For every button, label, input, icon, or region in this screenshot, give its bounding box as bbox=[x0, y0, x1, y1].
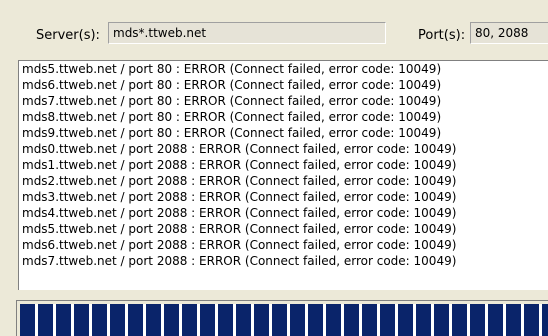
log-line: mds2.ttweb.net / port 2088 : ERROR (Conn… bbox=[22, 174, 457, 188]
log-line: mds5.ttweb.net / port 2088 : ERROR (Conn… bbox=[22, 222, 457, 236]
results-log[interactable]: mds5.ttweb.net / port 80 : ERROR (Connec… bbox=[18, 60, 548, 290]
log-line: mds4.ttweb.net / port 2088 : ERROR (Conn… bbox=[22, 206, 457, 220]
log-line: mds6.ttweb.net / port 2088 : ERROR (Conn… bbox=[22, 238, 457, 252]
log-line: mds3.ttweb.net / port 2088 : ERROR (Conn… bbox=[22, 190, 457, 204]
log-line: mds6.ttweb.net / port 80 : ERROR (Connec… bbox=[22, 78, 442, 92]
port-label: Port(s): bbox=[418, 28, 466, 43]
target-settings-row: Server(s): mds*.ttweb.net Port(s): 80, 2… bbox=[0, 0, 548, 56]
server-label: Server(s): bbox=[36, 28, 100, 43]
log-line: mds8.ttweb.net / port 80 : ERROR (Connec… bbox=[22, 110, 442, 124]
progress-bar bbox=[16, 300, 548, 336]
server-field[interactable]: mds*.ttweb.net bbox=[108, 22, 386, 44]
scanner-window: Server(s): mds*.ttweb.net Port(s): 80, 2… bbox=[0, 0, 548, 336]
log-line: mds9.ttweb.net / port 80 : ERROR (Connec… bbox=[22, 126, 442, 140]
log-line: mds5.ttweb.net / port 80 : ERROR (Connec… bbox=[22, 62, 442, 76]
log-line: mds7.ttweb.net / port 2088 : ERROR (Conn… bbox=[22, 254, 457, 268]
log-line: mds1.ttweb.net / port 2088 : ERROR (Conn… bbox=[22, 158, 457, 172]
progress-fill bbox=[20, 304, 548, 336]
log-line: mds0.ttweb.net / port 2088 : ERROR (Conn… bbox=[22, 142, 457, 156]
log-line: mds7.ttweb.net / port 80 : ERROR (Connec… bbox=[22, 94, 442, 108]
port-field[interactable]: 80, 2088 bbox=[470, 22, 548, 44]
